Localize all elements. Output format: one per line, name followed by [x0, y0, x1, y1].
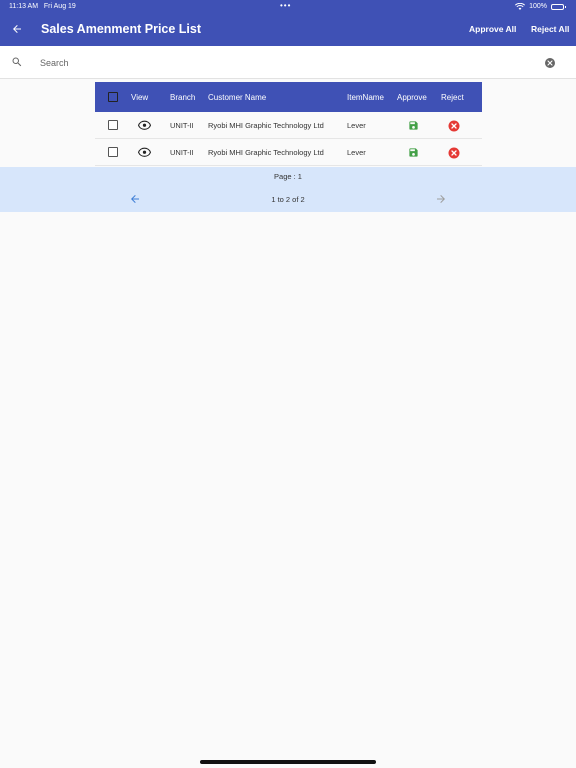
- cancel-reject-icon[interactable]: [448, 147, 460, 159]
- table-header: View Branch Customer Name ItemName Appro…: [95, 82, 482, 112]
- cell-item: Lever: [347, 148, 366, 157]
- column-header-branch: Branch: [170, 93, 196, 102]
- status-time: 11:13 AM Fri Aug 19: [9, 3, 76, 10]
- status-date-text: Fri Aug 19: [43, 3, 76, 10]
- search-input[interactable]: [40, 54, 520, 72]
- column-header-customer: Customer Name: [208, 93, 267, 102]
- approve-all-button[interactable]: Approve All: [469, 24, 516, 34]
- arrow-next-icon[interactable]: [435, 193, 447, 205]
- eye-icon[interactable]: [138, 147, 151, 157]
- pagination-bar: Page : 1 1 to 2 of 2: [0, 167, 576, 212]
- price-list-table: View Branch Customer Name ItemName Appro…: [95, 82, 482, 166]
- column-header-approve: Approve: [397, 93, 427, 102]
- column-header-item: ItemName: [347, 93, 384, 102]
- app-bar: 11:13 AM Fri Aug 19 ••• 100% Sales Amenm…: [0, 0, 576, 46]
- cell-branch: UNIT-II: [170, 121, 194, 130]
- clear-search-icon[interactable]: [544, 57, 556, 69]
- save-approve-icon[interactable]: [408, 147, 419, 158]
- status-indicators: 100%: [515, 3, 566, 10]
- row-checkbox[interactable]: [108, 120, 118, 130]
- search-icon: [12, 57, 22, 67]
- arrow-back-icon: [13, 25, 21, 33]
- status-time-text: 11:13 AM: [9, 3, 39, 10]
- battery-percent: 100%: [529, 3, 547, 10]
- back-button[interactable]: [8, 20, 26, 38]
- multitask-dots: •••: [280, 1, 292, 10]
- cell-item: Lever: [347, 121, 366, 130]
- page-title: Sales Amenment Price List: [41, 22, 202, 36]
- save-approve-icon[interactable]: [408, 120, 419, 131]
- column-header-reject: Reject: [441, 93, 464, 102]
- column-header-view: View: [131, 93, 149, 102]
- cell-customer: Ryobi MHI Graphic Technology Ltd: [208, 121, 324, 130]
- cancel-reject-icon[interactable]: [448, 120, 460, 132]
- table-row: UNIT-II Ryobi MHI Graphic Technology Ltd…: [95, 139, 482, 166]
- table-row: UNIT-II Ryobi MHI Graphic Technology Ltd…: [95, 112, 482, 139]
- home-indicator: [200, 760, 376, 764]
- page-number-label: Page : 1: [274, 172, 302, 181]
- page-range-label: 1 to 2 of 2: [271, 195, 305, 204]
- wifi-icon: [515, 3, 526, 10]
- cell-branch: UNIT-II: [170, 148, 194, 157]
- row-checkbox[interactable]: [108, 147, 118, 157]
- cell-customer: Ryobi MHI Graphic Technology Ltd: [208, 148, 324, 157]
- reject-all-button[interactable]: Reject All: [531, 24, 569, 34]
- eye-icon[interactable]: [138, 120, 151, 130]
- battery-icon: [551, 3, 566, 10]
- select-all-checkbox[interactable]: [108, 92, 118, 102]
- search-bar: [0, 46, 576, 79]
